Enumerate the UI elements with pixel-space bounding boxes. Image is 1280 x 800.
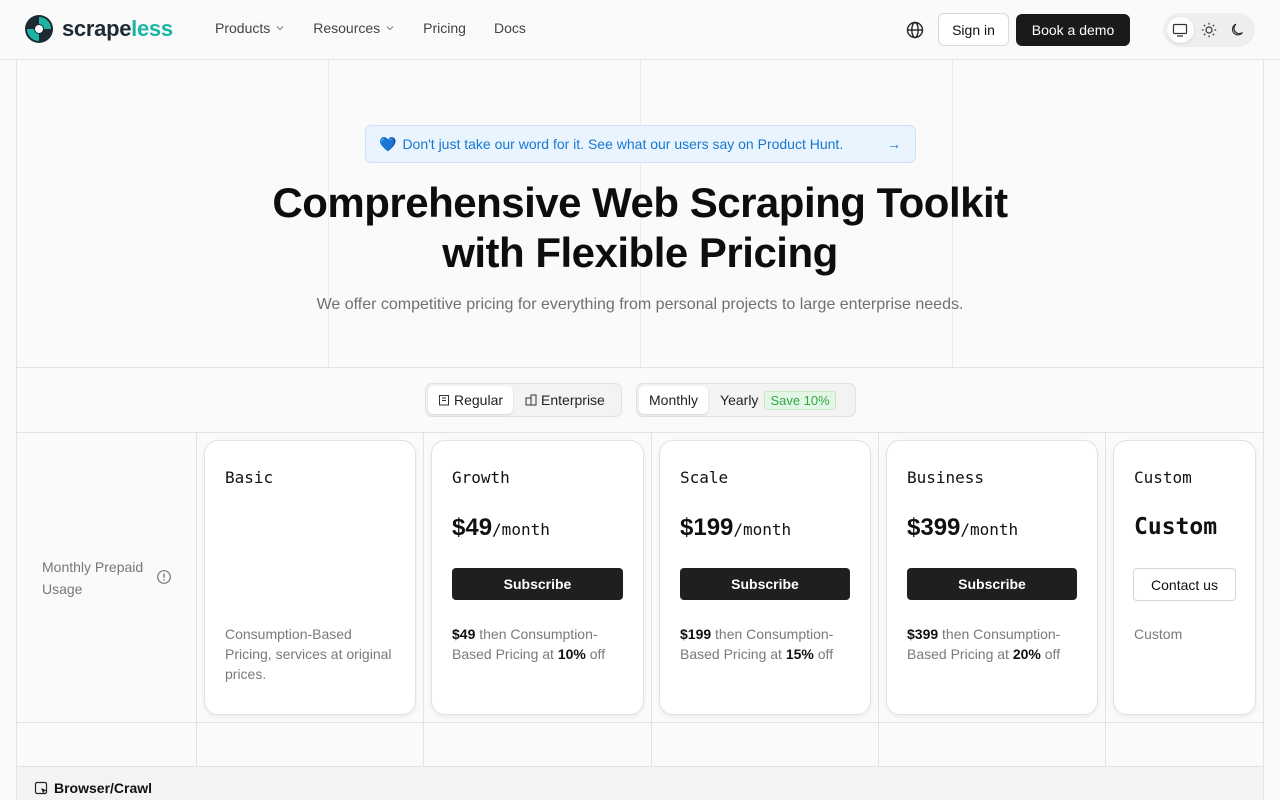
table-column-line	[878, 432, 879, 800]
plan-price: Custom	[1134, 514, 1218, 540]
building-icon	[439, 395, 449, 406]
page-title: Comprehensive Web Scraping Toolkit with …	[272, 179, 1008, 276]
globe-icon[interactable]	[905, 20, 925, 40]
plan-name: Growth	[452, 468, 510, 487]
table-column-line	[1105, 432, 1106, 800]
brand-logo[interactable]: scrapeless	[24, 14, 173, 44]
sign-in-button[interactable]: Sign in	[938, 13, 1009, 46]
banner-text: Don't just take our word for it. See wha…	[402, 136, 844, 152]
chevron-down-icon	[276, 26, 284, 31]
plan-type-toggle: Regular Enterprise	[425, 383, 622, 417]
chevron-down-icon	[386, 26, 394, 31]
scrapeless-logo-icon	[25, 15, 53, 43]
contact-us-button[interactable]: Contact us	[1133, 568, 1236, 601]
plan-card-scale: Scale $199/month Subscribe $199 then Con…	[659, 440, 871, 715]
billing-monthly[interactable]: Monthly	[639, 386, 709, 414]
section-header-browser-crawl: Browser/Crawl	[34, 780, 152, 796]
heart-icon: 💙	[379, 135, 397, 152]
frame-border-right	[1263, 60, 1264, 800]
plan-price: $49/month	[452, 514, 550, 541]
plan-description: Custom	[1134, 626, 1183, 642]
section-header-band	[17, 767, 1263, 800]
hero-divider	[16, 367, 1264, 368]
menu-resources[interactable]: Resources	[313, 20, 395, 36]
table-column-line	[423, 432, 424, 800]
monthly-prepaid-usage-label: Monthly Prepaid Usage	[42, 559, 144, 597]
menu-docs[interactable]: Docs	[494, 20, 526, 36]
plan-name: Business	[907, 468, 985, 487]
info-icon[interactable]	[156, 569, 172, 585]
subscribe-button[interactable]: Subscribe	[907, 568, 1077, 600]
brand-name: scrapeless	[62, 16, 173, 41]
plan-type-regular[interactable]: Regular	[428, 386, 514, 414]
page-subtitle: We offer competitive pricing for everyth…	[316, 296, 964, 313]
plan-price: $399/month	[907, 514, 1019, 541]
frame-border-left	[16, 60, 17, 800]
menu-pricing[interactable]: Pricing	[423, 20, 466, 36]
arrow-right-icon: →	[887, 136, 901, 152]
sun-icon	[1201, 22, 1217, 38]
table-column-line	[196, 432, 197, 800]
plan-card-custom: Custom Custom Contact us Custom	[1113, 440, 1256, 715]
table-row-line	[16, 722, 1264, 723]
plan-name: Custom	[1134, 468, 1192, 487]
plan-description: $199 then Consumption-Based Pricing at 1…	[680, 626, 834, 662]
theme-system-button[interactable]	[1167, 17, 1194, 43]
theme-switcher	[1163, 13, 1255, 47]
plan-name: Basic	[225, 468, 274, 487]
plan-card-growth: Growth $49/month Subscribe $49 then Cons…	[431, 440, 644, 715]
product-hunt-banner[interactable]: 💙 Don't just take our word for it. See w…	[365, 125, 916, 163]
moon-icon	[1231, 23, 1243, 36]
table-column-line	[651, 432, 652, 800]
browser-crawl-icon	[34, 781, 48, 794]
toggle-divider	[16, 432, 1264, 433]
plan-name: Scale	[680, 468, 729, 487]
book-demo-button[interactable]: Book a demo	[1016, 14, 1130, 46]
plan-description: $399 then Consumption-Based Pricing at 2…	[907, 626, 1061, 662]
subscribe-button[interactable]: Subscribe	[680, 568, 850, 600]
buildings-icon	[525, 394, 537, 406]
subscribe-button[interactable]: Subscribe	[452, 568, 623, 600]
plan-type-enterprise[interactable]: Enterprise	[515, 386, 615, 414]
main-menu: Products Resources Pricing Docs	[215, 20, 526, 36]
theme-dark-button[interactable]	[1224, 17, 1251, 43]
menu-products[interactable]: Products	[215, 20, 285, 36]
monitor-icon	[1173, 23, 1188, 37]
theme-light-button[interactable]	[1196, 17, 1223, 43]
billing-period-toggle: Monthly Yearly Save 10%	[636, 383, 856, 417]
plan-price: $199/month	[680, 514, 792, 541]
plan-description: Consumption-Based Pricing, services at o…	[225, 626, 392, 682]
plan-description: $49 then Consumption-Based Pricing at 10…	[452, 626, 606, 662]
top-navbar: scrapeless Products Resources Pricing Do…	[0, 0, 1280, 60]
plan-card-basic: Basic Consumption-Based Pricing, service…	[204, 440, 416, 715]
plan-card-business: Business $399/month Subscribe $399 then …	[886, 440, 1098, 715]
save-badge: Save 10%	[764, 390, 836, 410]
billing-yearly[interactable]: Yearly Save 10%	[710, 386, 846, 414]
